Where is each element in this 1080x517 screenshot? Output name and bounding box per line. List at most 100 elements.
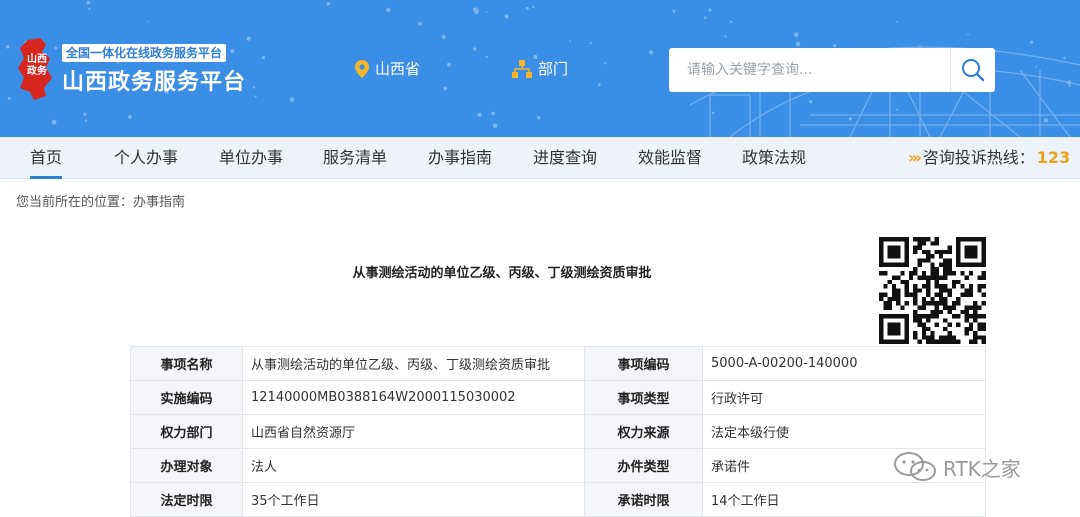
field-label: 权力部门 [130, 414, 243, 449]
decor-dot [604, 62, 607, 65]
qr-module [964, 275, 969, 280]
qr-module [960, 309, 965, 315]
qr-module [934, 271, 939, 276]
nav-item-home[interactable]: 首页 [30, 137, 63, 179]
qr-module [977, 335, 982, 340]
qr-module [977, 288, 982, 293]
decor-dot [532, 5, 535, 8]
decor-dot [7, 96, 11, 100]
qr-module [917, 305, 922, 310]
qr-module [973, 331, 978, 336]
decor-dot [84, 119, 88, 122]
qr-module [968, 322, 974, 327]
qr-module [930, 254, 935, 259]
nav-item-policy[interactable]: 政策法规 [742, 137, 806, 179]
qr-module [968, 326, 974, 332]
qr-module [943, 258, 948, 263]
decor-dot [326, 2, 331, 6]
qr-module [943, 326, 948, 332]
qr-module [883, 305, 888, 310]
department-selector[interactable]: 部门 [512, 58, 568, 79]
qr-module [908, 292, 914, 297]
qr-module [896, 275, 901, 280]
qr-module [934, 309, 939, 315]
qr-module [891, 292, 897, 297]
qr-module [947, 271, 952, 276]
breadcrumb: 您当前所在的位置：办事指南 [16, 195, 186, 210]
qr-module [943, 284, 948, 289]
nav-item-progress[interactable]: 进度查询 [533, 137, 597, 179]
qr-module [968, 305, 974, 310]
table-row: 事项名称 从事测绘活动的单位乙级、丙级、丁级测绘资质审批 事项编码 5000-A-00… [130, 346, 986, 381]
decor-dot [289, 97, 295, 102]
qr-module [943, 296, 948, 302]
qr-module [913, 314, 918, 319]
qr-module [973, 305, 978, 310]
qr-module [973, 309, 978, 315]
platform-tagline: 全国一体化在线政务服务平台 [62, 44, 227, 62]
qr-module [921, 331, 927, 336]
qr-module [943, 275, 948, 280]
qr-module [964, 326, 969, 332]
qr-module [891, 296, 897, 302]
nav-item-service-list[interactable]: 服务清单 [323, 137, 387, 179]
qr-module [900, 279, 905, 285]
qr-module [913, 318, 918, 323]
decor-dot [5, 45, 10, 49]
qr-module [973, 335, 978, 340]
qr-module [947, 309, 952, 315]
qr-module [921, 284, 927, 289]
search-input[interactable] [669, 48, 950, 92]
qr-module [921, 271, 927, 276]
qr-module [938, 301, 944, 306]
table-row: 权力部门 山西省自然资源厅 权力来源 法定本级行使 [130, 414, 986, 449]
decor-dot [485, 10, 488, 13]
qr-module [908, 275, 914, 280]
qr-module [879, 296, 884, 302]
qr-module [956, 339, 961, 344]
qr-module [934, 339, 939, 344]
qr-module [943, 266, 948, 272]
qr-module [913, 245, 918, 250]
qr-module [913, 301, 918, 306]
qr-module [926, 318, 931, 323]
qr-module [904, 288, 909, 293]
qr-module [943, 301, 948, 306]
qr-module [930, 241, 935, 246]
qr-module [926, 292, 931, 297]
qr-module [879, 271, 884, 276]
qr-module [938, 288, 944, 293]
qr-module [891, 284, 897, 289]
nav-item-personal[interactable]: 个人办事 [114, 137, 178, 179]
search-box [669, 48, 995, 92]
decor-dot [418, 22, 422, 26]
qr-module [968, 339, 974, 344]
field-value: 法定本级行使 [702, 414, 986, 449]
location-selector[interactable]: 山西省 [355, 58, 420, 79]
qr-module [947, 262, 952, 267]
field-value: 12140000MB0388164W2000115030002 [242, 380, 585, 415]
qr-module [904, 301, 909, 306]
hotline-number: 123 [1036, 148, 1071, 167]
qr-module [887, 245, 901, 259]
decor-dot [708, 8, 712, 12]
decor-dot [83, 112, 87, 117]
qr-module [883, 284, 888, 289]
search-button[interactable] [950, 48, 995, 92]
qr-module [947, 339, 952, 344]
site-header: 山西政务 全国一体化在线政务服务平台 山西政务服务平台 山西省 部门 [0, 0, 1080, 137]
qr-module [904, 279, 909, 285]
nav-item-supervision[interactable]: 效能监督 [638, 137, 702, 179]
qr-module [956, 314, 961, 319]
field-value: 14个工作日 [702, 482, 986, 517]
qr-module [964, 318, 969, 323]
nav-item-guide[interactable]: 办事指南 [428, 137, 492, 179]
qr-module [943, 305, 948, 310]
qr-module [934, 305, 939, 310]
qr-module [887, 279, 892, 285]
decor-dot [246, 36, 251, 41]
qr-module [960, 292, 965, 297]
nav-item-organization[interactable]: 单位办事 [219, 137, 283, 179]
site-title[interactable]: 山西政务服务平台 [62, 64, 246, 96]
qr-module [913, 237, 918, 242]
